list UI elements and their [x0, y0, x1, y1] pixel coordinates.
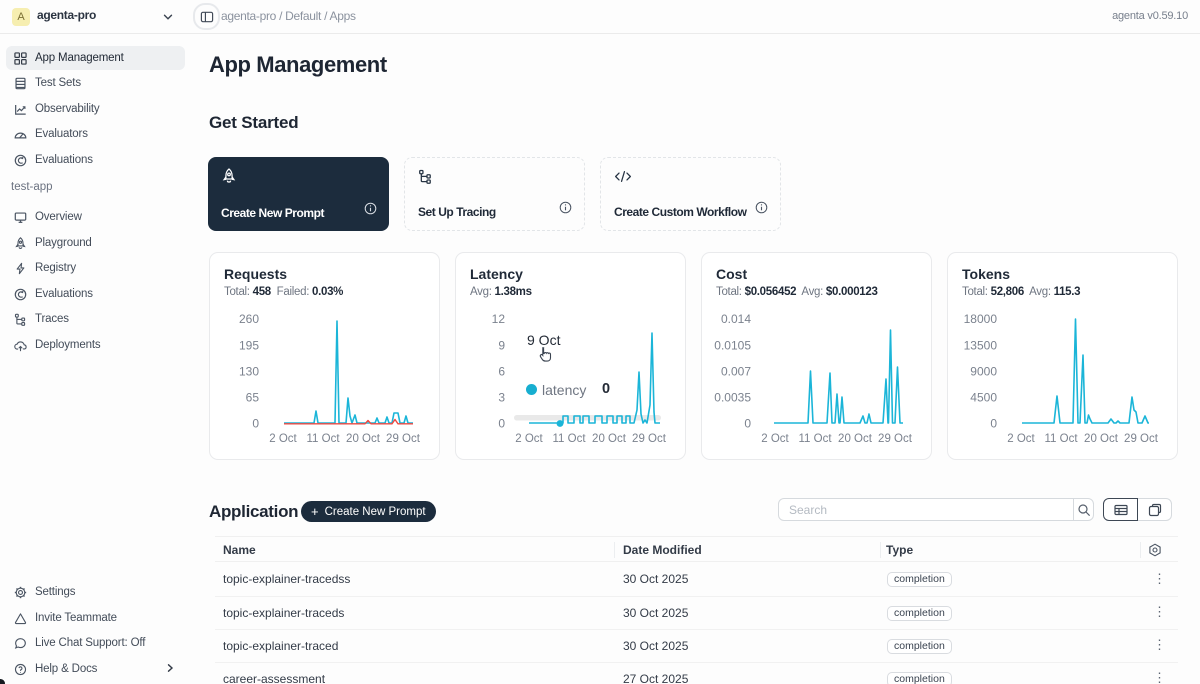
svg-text:9000: 9000: [970, 365, 997, 379]
svg-text:20 Oct: 20 Oct: [838, 433, 873, 445]
svg-text:130: 130: [239, 365, 259, 379]
svg-text:4500: 4500: [970, 391, 997, 405]
svg-text:20 Oct: 20 Oct: [592, 433, 627, 445]
svg-text:29 Oct: 29 Oct: [1124, 433, 1159, 445]
svg-text:260: 260: [239, 312, 259, 326]
svg-text:0.0105: 0.0105: [714, 339, 751, 353]
svg-text:29 Oct: 29 Oct: [878, 433, 913, 445]
svg-text:65: 65: [246, 391, 260, 405]
svg-text:2 Oct: 2 Oct: [515, 433, 543, 445]
svg-text:2 Oct: 2 Oct: [269, 433, 297, 445]
svg-text:11 Oct: 11 Oct: [306, 433, 340, 445]
svg-text:0: 0: [252, 417, 259, 431]
svg-text:0: 0: [744, 417, 751, 431]
svg-text:6: 6: [498, 365, 505, 379]
svg-text:11 Oct: 11 Oct: [1044, 433, 1078, 445]
svg-text:18000: 18000: [964, 312, 998, 326]
svg-text:0: 0: [498, 417, 505, 431]
svg-text:0: 0: [990, 417, 997, 431]
svg-text:195: 195: [239, 339, 259, 353]
svg-text:0.007: 0.007: [721, 365, 751, 379]
svg-text:9: 9: [498, 339, 505, 353]
svg-text:20 Oct: 20 Oct: [1084, 433, 1119, 445]
svg-text:2 Oct: 2 Oct: [761, 433, 789, 445]
svg-text:29 Oct: 29 Oct: [632, 433, 667, 445]
svg-text:0.014: 0.014: [721, 312, 751, 326]
svg-text:0.0035: 0.0035: [714, 391, 751, 405]
svg-text:20 Oct: 20 Oct: [346, 433, 381, 445]
svg-text:11 Oct: 11 Oct: [552, 433, 586, 445]
svg-text:3: 3: [498, 391, 505, 405]
svg-text:13500: 13500: [964, 339, 998, 353]
svg-text:11 Oct: 11 Oct: [798, 433, 832, 445]
svg-text:29 Oct: 29 Oct: [386, 433, 421, 445]
svg-text:2 Oct: 2 Oct: [1007, 433, 1035, 445]
svg-text:12: 12: [492, 312, 506, 326]
